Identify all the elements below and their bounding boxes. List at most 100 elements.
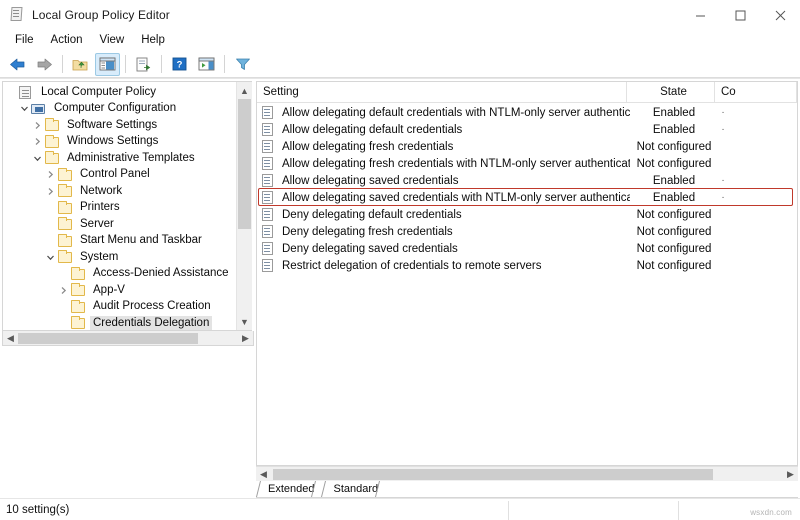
tree-scroll-thumb[interactable]: [238, 99, 251, 229]
minimize-button[interactable]: [680, 0, 720, 30]
column-header-comment[interactable]: Co: [715, 82, 797, 102]
table-row[interactable]: Deny delegating default credentials Not c…: [257, 206, 797, 223]
table-row[interactable]: Allow delegating saved credentials Enable…: [257, 172, 797, 189]
table-row[interactable]: Deny delegating fresh credentials Not con…: [257, 223, 797, 240]
toolbar: ?: [0, 51, 800, 78]
local-group-policy-editor-window: Local Group Policy Editor File Action Vi…: [0, 0, 800, 520]
folder-icon: [44, 151, 60, 165]
chevron-down-icon[interactable]: [18, 101, 31, 117]
setting-state: Enabled: [652, 123, 696, 136]
forward-icon[interactable]: [32, 53, 57, 76]
tree-item[interactable]: Administrative Templates: [3, 150, 236, 167]
tab-label: Extended: [268, 483, 315, 495]
folder-icon: [44, 118, 60, 132]
tree-hscroll-track[interactable]: [18, 332, 238, 345]
setting-name: Allow delegating default credentials: [282, 123, 463, 136]
policy-setting-icon: [261, 208, 277, 221]
table-row[interactable]: Allow delegating fresh credentials Not co…: [257, 138, 797, 155]
column-header-setting[interactable]: Setting: [257, 82, 627, 102]
show-hide-console-tree-icon[interactable]: [95, 52, 120, 76]
chevron-down-icon[interactable]: [31, 150, 44, 166]
table-row[interactable]: Restrict delegation of credentials to re…: [257, 257, 797, 274]
chevron-right-icon[interactable]: [44, 167, 57, 183]
svg-text:?: ?: [177, 60, 183, 71]
scroll-up-icon[interactable]: ▲: [237, 82, 252, 99]
setting-state-marker: ·: [721, 192, 725, 203]
tree-item[interactable]: Software Settings: [3, 117, 236, 134]
settings-column-header: Setting State Co: [257, 82, 797, 103]
chevron-down-icon[interactable]: [44, 249, 57, 265]
tree-item[interactable]: Credentials Delegation: [3, 315, 236, 330]
scroll-right-icon[interactable]: ▶: [783, 469, 798, 480]
tree-item[interactable]: Printers: [3, 200, 236, 217]
chevron-right-icon[interactable]: [31, 134, 44, 150]
chevron-right-icon[interactable]: [31, 117, 44, 133]
tab-label: Standard: [333, 483, 379, 495]
folder-icon: [70, 316, 86, 330]
scroll-left-icon[interactable]: ◀: [3, 333, 18, 344]
tree-item[interactable]: App-V: [3, 282, 236, 299]
tab-extended[interactable]: Extended: [258, 481, 323, 497]
tree-item[interactable]: Audit Process Creation: [3, 299, 236, 316]
tree-item[interactable]: Access-Denied Assistance: [3, 266, 236, 283]
tree-item[interactable]: System: [3, 249, 236, 266]
menu-action[interactable]: Action: [43, 32, 92, 49]
filter-icon[interactable]: [230, 53, 255, 76]
column-header-state[interactable]: State: [627, 82, 715, 102]
chevron-right-icon[interactable]: [44, 183, 57, 199]
setting-state-marker: ·: [721, 124, 725, 135]
setting-state: Not configured: [636, 225, 712, 238]
policy-setting-icon: [261, 259, 277, 272]
scroll-down-icon[interactable]: ▼: [237, 313, 252, 330]
settings-horizontal-scrollbar[interactable]: ◀ ▶: [256, 466, 798, 481]
maximize-button[interactable]: [720, 0, 760, 30]
toolbar-separator: [125, 55, 126, 73]
policy-setting-icon: [261, 123, 277, 136]
settings-hscroll-thumb[interactable]: [273, 468, 713, 480]
close-button[interactable]: [760, 0, 800, 30]
show-hide-action-pane-icon[interactable]: [194, 53, 219, 76]
table-row[interactable]: Allow delegating default credentials Enab…: [257, 121, 797, 138]
settings-rows[interactable]: Allow delegating default credentials wit…: [257, 103, 797, 465]
policy-setting-icon: [261, 242, 277, 255]
scroll-left-icon[interactable]: ◀: [256, 469, 271, 480]
settings-hscroll-track[interactable]: [271, 468, 783, 481]
tree-item-label: Printers: [80, 201, 120, 214]
tree-horizontal-scrollbar[interactable]: ◀ ▶: [2, 331, 254, 346]
scroll-right-icon[interactable]: ▶: [238, 333, 253, 344]
tree-scroll-track[interactable]: [237, 99, 252, 313]
tree-item[interactable]: Network: [3, 183, 236, 200]
policy-tree[interactable]: Local Computer Policy Computer Configurat…: [3, 82, 236, 330]
help-icon[interactable]: ?: [167, 53, 192, 76]
menu-file[interactable]: File: [7, 32, 43, 49]
tree-hscroll-thumb[interactable]: [18, 332, 198, 344]
menu-view[interactable]: View: [92, 32, 134, 49]
tree-item-label: Windows Settings: [67, 135, 159, 148]
setting-name: Allow delegating saved credentials: [282, 174, 459, 187]
folder-icon: [70, 299, 86, 314]
tree-item-label: Audit Process Creation: [93, 300, 211, 313]
folder-icon: [57, 200, 73, 215]
window-controls: [680, 0, 800, 30]
menu-help[interactable]: Help: [133, 32, 174, 49]
policy-setting-icon: [261, 106, 277, 119]
chevron-right-icon[interactable]: [57, 282, 70, 298]
tree-vertical-scrollbar[interactable]: ▲ ▼: [236, 82, 252, 330]
tree-item[interactable]: Local Computer Policy: [3, 84, 236, 101]
table-row[interactable]: Deny delegating saved credentials Not con…: [257, 240, 797, 257]
up-one-level-icon[interactable]: [68, 53, 93, 76]
table-row[interactable]: Allow delegating saved credentials with …: [257, 189, 797, 206]
table-row[interactable]: Allow delegating fresh credentials with …: [257, 155, 797, 172]
tree-item[interactable]: Start Menu and Taskbar: [3, 233, 236, 250]
tree-item[interactable]: Windows Settings: [3, 134, 236, 151]
setting-state: Not configured: [636, 140, 712, 153]
export-list-icon[interactable]: [131, 53, 156, 76]
tree-item[interactable]: Control Panel: [3, 167, 236, 184]
table-row[interactable]: Allow delegating default credentials wit…: [257, 104, 797, 121]
tree-item-label: Computer Configuration: [54, 102, 177, 115]
tree-item[interactable]: Computer Configuration: [3, 101, 236, 118]
tree-item-label: Administrative Templates: [67, 151, 195, 164]
tab-standard[interactable]: Standard: [323, 481, 387, 497]
tree-item[interactable]: Server: [3, 216, 236, 233]
back-icon[interactable]: [5, 53, 30, 76]
